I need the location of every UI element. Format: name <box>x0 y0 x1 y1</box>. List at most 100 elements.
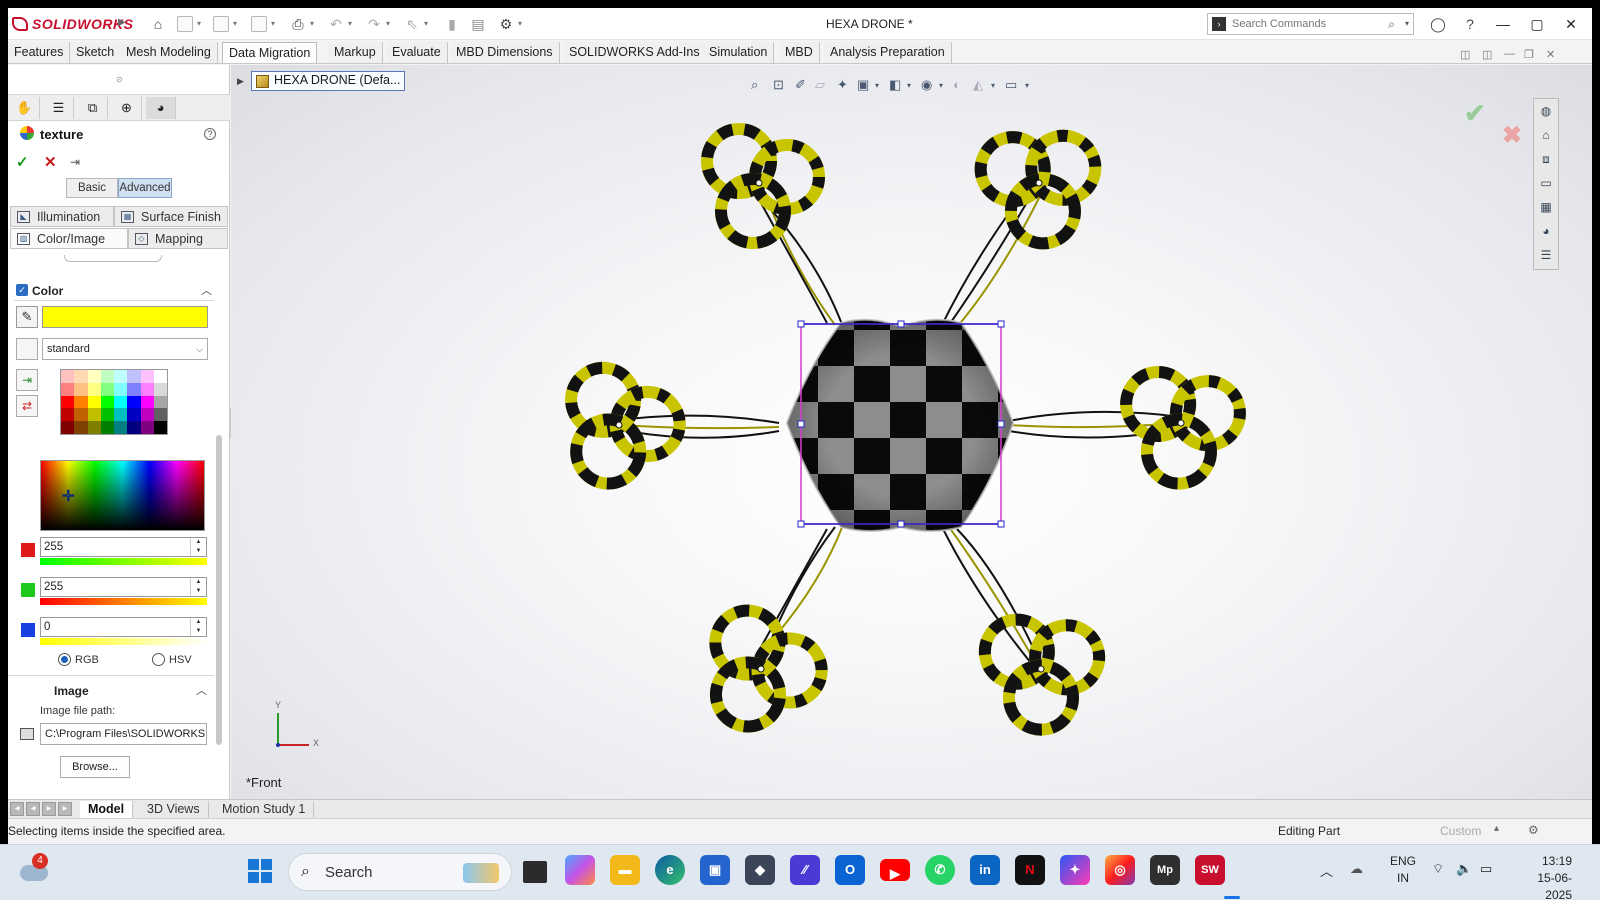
red-slider[interactable] <box>40 558 207 565</box>
undo-dropdown-icon[interactable]: ▾ <box>348 19 352 28</box>
tab-data-migration[interactable]: Data Migration <box>222 42 318 63</box>
palette-swatch[interactable] <box>87 370 101 383</box>
palette-swatch[interactable] <box>74 382 88 396</box>
search-icon[interactable]: ⌕ <box>1388 17 1395 32</box>
red-spinner-icon[interactable]: ▲ ▼ <box>190 538 206 556</box>
creative-app-icon[interactable]: ✦ <box>1060 855 1090 885</box>
palette-swatch[interactable] <box>87 421 101 434</box>
color-group-header[interactable]: ✓ Color ︿ <box>14 281 214 301</box>
options-dropdown-icon[interactable]: ▾ <box>518 19 522 28</box>
tab-sketch[interactable]: Sketch <box>70 42 122 63</box>
property-manager-tab-icon[interactable]: ☰ <box>44 97 74 119</box>
taskbar-clock[interactable]: 13:19 15-06-2025 <box>1512 853 1572 900</box>
whatsapp-icon[interactable]: ✆ <box>925 855 955 885</box>
design-library-icon[interactable]: ⧈ <box>1537 150 1555 168</box>
tab-surface-finish[interactable]: ▦ Surface Finish <box>114 206 228 227</box>
red-value-input[interactable]: 255 <box>40 537 207 557</box>
doc-restore-icon[interactable]: ❐ <box>1524 48 1534 61</box>
display-manager-tab-icon[interactable]: ◕ <box>146 97 176 119</box>
hsv-radio[interactable] <box>152 653 165 666</box>
file-explorer-icon[interactable]: ▬ <box>610 855 640 885</box>
tab-mesh-modeling[interactable]: Mesh Modeling <box>120 42 218 63</box>
palette-select[interactable]: standard ⌵ <box>42 338 208 360</box>
undo-icon[interactable]: ↶ <box>326 14 346 34</box>
graphics-viewport[interactable]: ▶ HEXA DRONE (Defa... ⌕ ⊡ ✐ ▱ ✦ ▣ ▾ ◧ ▾ … <box>231 65 1592 799</box>
new-dropdown-icon[interactable]: ▾ <box>197 19 201 28</box>
select-dropdown-icon[interactable]: ▾ <box>424 19 428 28</box>
home-pane-icon[interactable]: ⌂ <box>1537 126 1555 144</box>
menu-expand-icon[interactable]: ▶ <box>118 17 126 28</box>
palette-swatch[interactable] <box>114 382 128 396</box>
redo-dropdown-icon[interactable]: ▾ <box>386 19 390 28</box>
print-dropdown-icon[interactable]: ▾ <box>310 19 314 28</box>
current-color-swatch[interactable] <box>42 306 208 328</box>
palette-swatch[interactable] <box>140 370 154 383</box>
color-palette-grid[interactable] <box>60 369 168 435</box>
tab-mbd[interactable]: MBD <box>779 42 820 63</box>
custom-properties-icon[interactable]: ☰ <box>1537 246 1555 264</box>
3d-app-icon[interactable]: ◆ <box>745 855 775 885</box>
green-value-input[interactable]: 255 <box>40 577 207 597</box>
configuration-manager-tab-icon[interactable]: ⧉ <box>78 97 108 119</box>
windows-start-icon[interactable] <box>248 859 272 883</box>
palette-swatch[interactable] <box>74 395 88 409</box>
palette-swatch[interactable] <box>61 408 75 422</box>
doc-close-icon[interactable]: ✕ <box>1546 48 1555 61</box>
panel-scrollbar[interactable] <box>216 435 222 745</box>
palette-swatch[interactable] <box>153 408 167 422</box>
palette-swatch[interactable] <box>87 408 101 422</box>
palette-swatch[interactable] <box>61 370 75 383</box>
image-path-input[interactable]: C:\Program Files\SOLIDWORKS C <box>40 723 207 745</box>
panel-drag-handle[interactable]: ⊙ <box>116 75 123 84</box>
palette-swatch[interactable] <box>140 421 154 434</box>
tile-vertical-icon[interactable]: ◫ <box>1482 48 1492 61</box>
palette-swatch[interactable] <box>74 370 88 383</box>
search-commands-box[interactable]: › ⌕ ▾ <box>1207 13 1414 35</box>
taskbar-search-box[interactable]: ⌕ Search <box>288 853 512 891</box>
palette-swatch[interactable] <box>114 395 128 409</box>
eyedropper-icon[interactable]: ✎ <box>16 306 38 328</box>
open-document-icon[interactable] <box>213 16 229 32</box>
save-dropdown-icon[interactable]: ▾ <box>271 19 275 28</box>
palette-swatch[interactable] <box>61 421 75 434</box>
palette-swatch[interactable] <box>127 421 141 434</box>
prev-tab-arrow-icon[interactable]: ◀ <box>26 802 40 816</box>
palette-swatch[interactable] <box>127 408 141 422</box>
battery-icon[interactable]: ▭ <box>1480 861 1492 877</box>
drone-model[interactable] <box>231 65 1592 799</box>
palette-swatch[interactable] <box>114 408 128 422</box>
basic-mode-button[interactable]: Basic <box>66 178 118 198</box>
appearances-pane-icon[interactable]: ◕ <box>1537 222 1555 240</box>
cancel-x-icon[interactable]: ✕ <box>44 153 57 171</box>
new-document-icon[interactable] <box>177 16 193 32</box>
tab-solidworks-add-ins[interactable]: SOLIDWORKS Add-Ins <box>563 42 707 63</box>
save-icon[interactable] <box>251 16 267 32</box>
unit-system-selector[interactable]: Custom <box>1440 824 1481 838</box>
tab-features[interactable]: Features <box>8 42 71 63</box>
palette-swatch[interactable] <box>153 421 167 434</box>
tab-simulation[interactable]: Simulation <box>703 42 775 63</box>
advanced-mode-button[interactable]: Advanced <box>118 178 172 198</box>
microsoft-store-icon[interactable]: ▣ <box>700 855 730 885</box>
first-tab-arrow-icon[interactable]: ◀ <box>10 802 24 816</box>
search-dropdown-icon[interactable]: ▾ <box>1405 19 1409 28</box>
units-dropdown-icon[interactable]: ▴ <box>1494 823 1499 834</box>
print-icon[interactable]: ⎙ <box>288 14 308 34</box>
palette-swatch[interactable] <box>127 382 141 396</box>
home-icon[interactable]: ⌂ <box>148 14 168 34</box>
solidworks-logo[interactable]: SOLIDWORKS <box>12 16 133 32</box>
mp-app-icon[interactable]: Mp <box>1150 855 1180 885</box>
tab-motion-study-1[interactable]: Motion Study 1 <box>214 801 315 818</box>
open-dropdown-icon[interactable]: ▾ <box>233 19 237 28</box>
edge-browser-icon[interactable]: e <box>655 855 685 885</box>
green-spinner-icon[interactable]: ▲ ▼ <box>190 578 206 596</box>
last-tab-arrow-icon[interactable]: ▶ <box>58 802 72 816</box>
tab-analysis-preparation[interactable]: Analysis Preparation <box>824 42 952 63</box>
blue-value-input[interactable]: 0 <box>40 617 207 637</box>
minimize-icon[interactable]: — <box>1488 12 1518 36</box>
weather-widget[interactable]: 4 <box>20 853 50 883</box>
palette-swatch[interactable] <box>100 408 114 422</box>
task-view-icon[interactable] <box>523 861 547 883</box>
tab-mapping[interactable]: ◇ Mapping <box>128 228 228 249</box>
select-icon[interactable]: ⇖ <box>402 14 422 34</box>
